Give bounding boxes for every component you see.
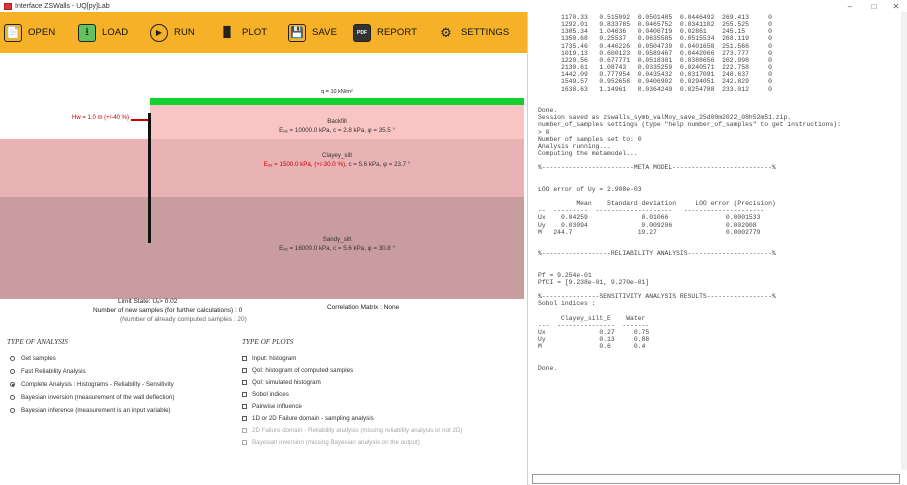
window-title: Interface ZSWalls - UQ[py]Lab <box>15 2 110 10</box>
checkbox-icon <box>242 356 247 361</box>
layer-backfill: Backfill Eₒₑ = 10000.0 kPa, c = 2.8 kPa,… <box>150 105 524 143</box>
plot-option-input-histogram[interactable]: Input: histogram <box>242 355 296 362</box>
checkbox-icon <box>242 404 247 409</box>
layer-sandy-silt: Sandy_silt Eₒₑ = 16000.0 kPa, c = 5.6 kP… <box>0 197 524 299</box>
open-button[interactable]: 📄 OPEN <box>4 23 78 43</box>
layer-name: Sandy_silt <box>322 236 352 243</box>
checkbox-icon <box>242 428 247 433</box>
console-panel: 1170.33 0.515092 0.0501485 0.0446492 269… <box>527 12 907 485</box>
settings-button[interactable]: ⚙ SETTINGS <box>437 23 523 43</box>
retaining-wall <box>148 113 151 243</box>
layer-props: Eₒₑ = 16000.0 kPa, c = 5.6 kPa, φ = 30.8… <box>279 245 395 252</box>
plot-option-failure-domain-sampling[interactable]: 1D or 2D Failure domain - sampling analy… <box>242 415 374 422</box>
checkbox-icon <box>242 368 247 373</box>
gear-icon: ⚙ <box>440 24 452 40</box>
app-icon <box>4 2 12 10</box>
layer-props: Eₒₑ = 1500.0 kPa, (+/-30.0 %), c = 5.6 k… <box>263 161 411 168</box>
layer-props: Eₒₑ = 10000.0 kPa, c = 2.8 kPa, φ = 35.5… <box>279 127 395 134</box>
console-scrollbar[interactable] <box>901 12 907 470</box>
analysis-option-bayesian-inversion[interactable]: Bayesian inversion (measurement of the w… <box>10 394 174 401</box>
analysis-option-complete[interactable]: Complete Analysis : Histograms - Reliabi… <box>10 381 174 388</box>
layer-uncertain-prop: Eₒₑ = 1500.0 kPa, (+/-30.0 %) <box>263 161 346 168</box>
maximize-icon[interactable]: □ <box>862 0 886 12</box>
plot-button[interactable]: ▐▌ PLOT <box>218 23 288 43</box>
open-file-icon: 📄 <box>4 23 22 42</box>
water-level-label: Hw = 1.0 m (+/-40 %) <box>72 115 130 121</box>
layer-name: Clayey_silt <box>322 152 352 159</box>
radio-selected-icon <box>10 382 15 387</box>
checkbox-icon <box>242 416 247 421</box>
bar-chart-icon: ▐▌ <box>219 27 235 38</box>
surcharge-label: q = 10 kN/m² <box>321 89 353 95</box>
close-icon[interactable]: ✕ <box>884 0 907 12</box>
analysis-section-title: TYPE OF ANALYSIS <box>7 338 68 346</box>
run-button[interactable]: ▶ RUN <box>150 23 218 43</box>
plots-section-title: TYPE OF PLOTS <box>242 338 294 346</box>
checkbox-icon <box>242 392 247 397</box>
plot-option-qoi-simulated[interactable]: QoI: simulated histogram <box>242 379 321 386</box>
radio-icon <box>10 369 15 374</box>
checkbox-icon <box>242 440 247 445</box>
analysis-option-bayesian-inference[interactable]: Bayesian inference (measurement is an in… <box>10 407 171 414</box>
plot-option-qoi-computed[interactable]: QoI: histogram of computed samples <box>242 367 353 374</box>
water-level-arrow <box>131 119 148 121</box>
correlation-matrix: Correlation Matrix : None <box>327 304 400 311</box>
console-input[interactable] <box>532 474 900 484</box>
layer-name: Backfill <box>327 118 347 125</box>
analysis-option-get-samples[interactable]: Get samples <box>10 355 56 362</box>
report-button[interactable]: PDF REPORT <box>353 23 437 43</box>
window-titlebar: Interface ZSWalls - UQ[py]Lab – □ ✕ <box>0 0 907 12</box>
save-button[interactable]: 💾 SAVE <box>288 23 353 43</box>
new-samples: Number of new samples (for further calcu… <box>93 307 243 314</box>
computed-samples: (Number of already computed samples : 20… <box>120 316 247 323</box>
play-icon: ▶ <box>150 23 168 42</box>
pdf-icon: PDF <box>353 23 371 42</box>
plot-option-sobol[interactable]: Sobol indices <box>242 391 289 398</box>
radio-icon <box>10 356 15 361</box>
console-output: 1170.33 0.515092 0.0501485 0.0446492 269… <box>538 14 841 372</box>
checkbox-icon <box>242 380 247 385</box>
toolbar: 📄 OPEN ⭳ LOAD ▶ RUN ▐▌ PLOT 💾 SAVE PDF R… <box>0 12 527 53</box>
limit-state: Limit State: Uₓ> 0.02 <box>118 298 178 305</box>
save-icon: 💾 <box>288 23 306 42</box>
load-button[interactable]: ⭳ LOAD <box>78 23 150 43</box>
surcharge-bar <box>150 98 524 105</box>
radio-icon <box>10 408 15 413</box>
layer-clayey-silt: Clayey_silt Eₒₑ = 1500.0 kPa, (+/-30.0 %… <box>0 139 524 197</box>
plot-option-pairwise[interactable]: Pairwise influence <box>242 403 302 410</box>
radio-icon <box>10 395 15 400</box>
left-panel: 📄 OPEN ⭳ LOAD ▶ RUN ▐▌ PLOT 💾 SAVE PDF R… <box>0 12 527 485</box>
plot-option-failure-domain-reliability: 2D Failure domain - Reliability analysis… <box>242 427 462 434</box>
analysis-option-fast-reliability[interactable]: Fast Reliability Analysis <box>10 368 86 375</box>
plot-option-bayesian-inversion: Bayesian inversion (missing Bayesian ana… <box>242 439 420 446</box>
minimize-icon[interactable]: – <box>838 0 862 12</box>
load-icon: ⭳ <box>78 23 96 42</box>
